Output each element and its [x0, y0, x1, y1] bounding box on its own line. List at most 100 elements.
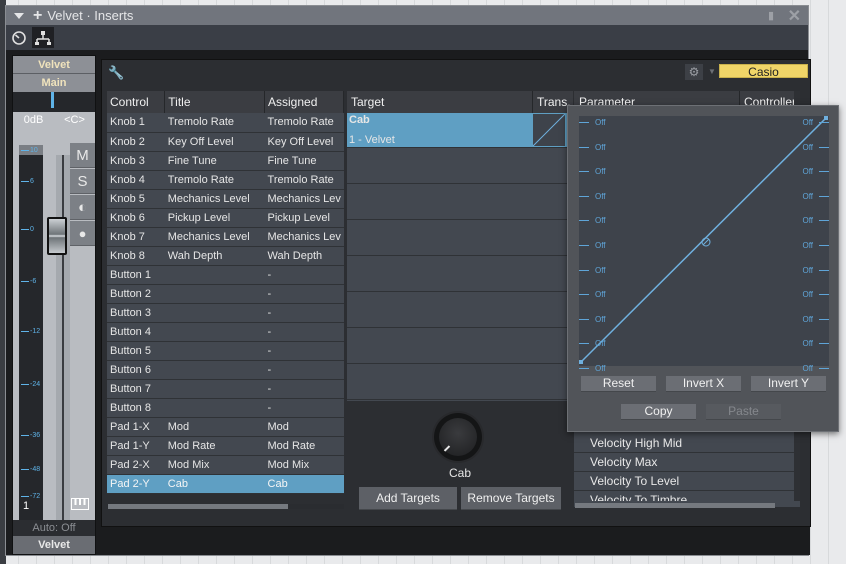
mute-button[interactable]: M: [70, 143, 95, 168]
axis-label-right: Off: [802, 290, 813, 300]
cell-control: Button 2: [107, 284, 165, 304]
table-row[interactable]: Knob 4 Tremolo Rate Tremolo Rate: [107, 170, 344, 190]
copy-button[interactable]: Copy: [621, 404, 696, 420]
column-header-trans[interactable]: Trans.: [533, 91, 571, 113]
channel-name[interactable]: Velvet: [13, 56, 95, 74]
level-meter: 10 6 0 -6 -12 -24 -36 -48 -72: [19, 145, 43, 551]
channel-footer-name[interactable]: Velvet: [13, 536, 95, 554]
close-icon[interactable]: ✕: [788, 6, 801, 26]
axis-tick: [579, 122, 589, 123]
output-selector[interactable]: Main: [13, 74, 95, 92]
target-knob[interactable]: [434, 413, 482, 461]
table-row[interactable]: Button 1 -: [107, 265, 344, 285]
pan-value[interactable]: <C>: [54, 112, 95, 128]
solo-button[interactable]: S: [70, 169, 95, 194]
pin-icon[interactable]: ▮: [768, 9, 774, 22]
volume-fader[interactable]: [47, 217, 67, 255]
cell-assigned: -: [264, 360, 344, 380]
routing-icon[interactable]: [32, 27, 54, 48]
reset-button[interactable]: Reset: [581, 376, 656, 392]
chevron-down-icon[interactable]: ▼: [705, 64, 719, 80]
table-row[interactable]: Knob 3 Fine Tune Fine Tune: [107, 151, 344, 171]
axis-tick: [579, 220, 589, 222]
transform-curve: [580, 117, 827, 363]
pan-indicator: [13, 92, 95, 112]
remove-targets-button[interactable]: Remove Targets: [461, 487, 561, 510]
axis-tick: [579, 245, 589, 246]
cell-assigned: Mechanics Lev: [264, 189, 344, 209]
axis-label-left: Off: [595, 118, 606, 127]
table-row[interactable]: Pad 2-Y Cab Cab: [107, 474, 344, 494]
table-row[interactable]: Button 3 -: [107, 303, 344, 323]
column-header-assigned[interactable]: Assigned: [264, 91, 344, 113]
target-name: Cab: [349, 114, 370, 126]
table-row[interactable]: Button 4 -: [107, 322, 344, 342]
wrench-icon[interactable]: 🔧: [108, 65, 124, 81]
parameters-scrollbar[interactable]: [575, 503, 775, 508]
table-row[interactable]: Button 6 -: [107, 360, 344, 380]
device-selector[interactable]: Casio: [719, 64, 808, 79]
cell-title: [164, 265, 265, 285]
parameter-row[interactable]: Velocity To Timbre: [574, 491, 794, 501]
column-header-control[interactable]: Control: [107, 91, 166, 113]
table-row[interactable]: Button 7 -: [107, 379, 344, 399]
cell-title: Mod: [164, 417, 265, 437]
invert-y-button[interactable]: Invert Y: [751, 376, 826, 392]
meter-tick: -6: [21, 278, 43, 285]
knob-area: Cab Add Targets Remove Targets: [347, 401, 573, 526]
volume-value[interactable]: 0dB: [13, 112, 54, 128]
table-row[interactable]: Button 5 -: [107, 341, 344, 361]
cell-control: Pad 2-X: [107, 455, 165, 475]
table-row[interactable]: Button 2 -: [107, 284, 344, 304]
cell-title: [164, 341, 265, 361]
automation-mode[interactable]: Auto: Off: [13, 520, 95, 536]
cell-control: Pad 1-Y: [107, 436, 165, 456]
table-row[interactable]: Button 8 -: [107, 398, 344, 418]
table-row[interactable]: Knob 6 Pickup Level Pickup Level: [107, 208, 344, 228]
clock-icon[interactable]: [8, 27, 30, 48]
cell-assigned: -: [264, 379, 344, 399]
cell-assigned: Wah Depth: [264, 246, 344, 266]
controls-scrollbar[interactable]: [108, 504, 288, 509]
invert-x-button[interactable]: Invert X: [666, 376, 741, 392]
title-bar[interactable]: + Velvet · Inserts ▮ ✕: [6, 6, 808, 25]
column-header-title[interactable]: Title: [164, 91, 266, 113]
axis-label-right: Off: [802, 265, 813, 275]
monitor-icon: ◐: [77, 199, 88, 216]
parameter-row[interactable]: Velocity High Mid: [574, 434, 794, 453]
transform-thumbnail[interactable]: [532, 113, 566, 147]
table-row[interactable]: Knob 7 Mechanics Level Mechanics Lev: [107, 227, 344, 247]
keyboard-icon[interactable]: [71, 498, 89, 513]
monitor-button[interactable]: ◐: [70, 195, 95, 220]
cell-title: Mechanics Level: [164, 227, 265, 247]
parameter-row[interactable]: Velocity To Level: [574, 472, 794, 491]
cell-assigned: Mod Rate: [264, 436, 344, 456]
table-row[interactable]: Knob 2 Key Off Level Key Off Level: [107, 132, 344, 152]
table-row[interactable]: Pad 1-Y Mod Rate Mod Rate: [107, 436, 344, 456]
table-row[interactable]: Knob 5 Mechanics Level Mechanics Lev: [107, 189, 344, 209]
add-targets-button[interactable]: Add Targets: [359, 487, 457, 510]
cell-title: Pickup Level: [164, 208, 265, 228]
gear-icon[interactable]: ⚙: [685, 64, 703, 80]
table-row[interactable]: Knob 8 Wah Depth Wah Depth: [107, 246, 344, 266]
axis-label-right: Off: [802, 339, 813, 349]
column-header-target[interactable]: Target: [347, 91, 533, 113]
toolbar: [6, 25, 808, 50]
target-row[interactable]: Cab 1 - Velvet: [347, 113, 573, 148]
add-icon[interactable]: +: [33, 7, 42, 24]
transform-curve-graph[interactable]: Off Off Off Off Off Off Off Off Off Off Off Off Off O…: [579, 116, 829, 373]
cell-assigned: -: [264, 322, 344, 342]
paste-button[interactable]: Paste: [706, 404, 781, 420]
fader-track[interactable]: [56, 155, 70, 550]
table-row[interactable]: Pad 1-X Mod Mod: [107, 417, 344, 437]
cell-control: Button 1: [107, 265, 165, 285]
axis-label-right: Off: [802, 216, 813, 226]
controls-table: Control Title Assigned Knob 1 Tremolo Rat…: [107, 91, 344, 494]
parameter-row[interactable]: Velocity Max: [574, 453, 794, 472]
cell-title: Key Off Level: [164, 132, 265, 152]
table-row[interactable]: Knob 1 Tremolo Rate Tremolo Rate: [107, 113, 344, 133]
record-button[interactable]: ●: [70, 221, 95, 246]
cell-assigned: -: [264, 398, 344, 418]
collapse-icon[interactable]: [14, 12, 24, 19]
table-row[interactable]: Pad 2-X Mod Mix Mod Mix: [107, 455, 344, 475]
